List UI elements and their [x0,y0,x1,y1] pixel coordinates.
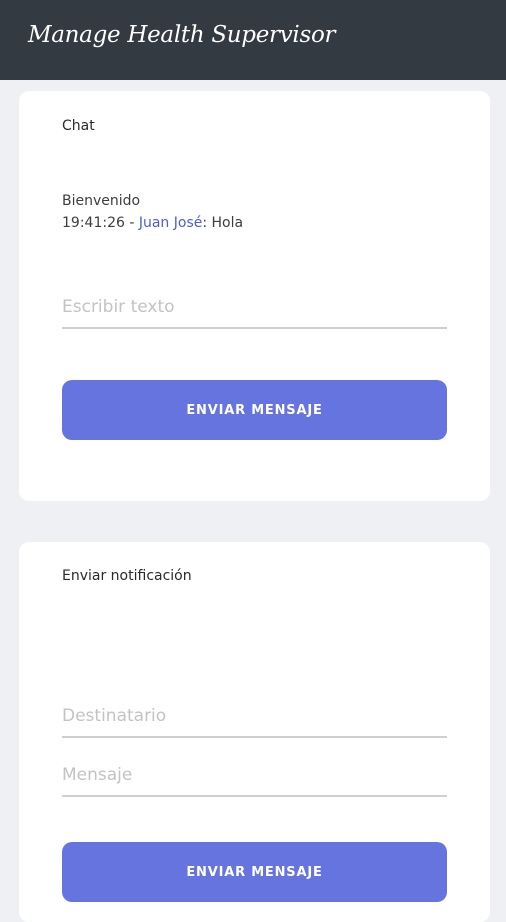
message-author: Juan José [138,215,203,231]
chat-message: 19:41:26 - Juan José: Hola [62,212,243,234]
message-separator: - [124,215,139,231]
app-title: Manage Health Supervisor [28,22,336,48]
send-notification-button[interactable]: ENVIAR MENSAJE [62,842,447,902]
chat-log: Bienvenido 19:41:26 - Juan José: Hola [62,190,243,234]
chat-card: Chat Bienvenido 19:41:26 - Juan José: Ho… [19,91,490,501]
send-chat-message-button[interactable]: ENVIAR MENSAJE [62,380,447,440]
chat-text-input[interactable] [62,287,447,329]
notification-message-input[interactable] [62,755,447,797]
notification-title: Enviar notificación [62,568,192,584]
recipient-input[interactable] [62,696,447,738]
message-time: 19:41:26 [62,215,125,231]
chat-welcome: Bienvenido [62,193,141,209]
chat-title: Chat [62,118,95,134]
app-header: Manage Health Supervisor [0,0,506,80]
notification-card: Enviar notificación ENVIAR MENSAJE [19,542,490,922]
message-text: : Hola [202,215,244,231]
